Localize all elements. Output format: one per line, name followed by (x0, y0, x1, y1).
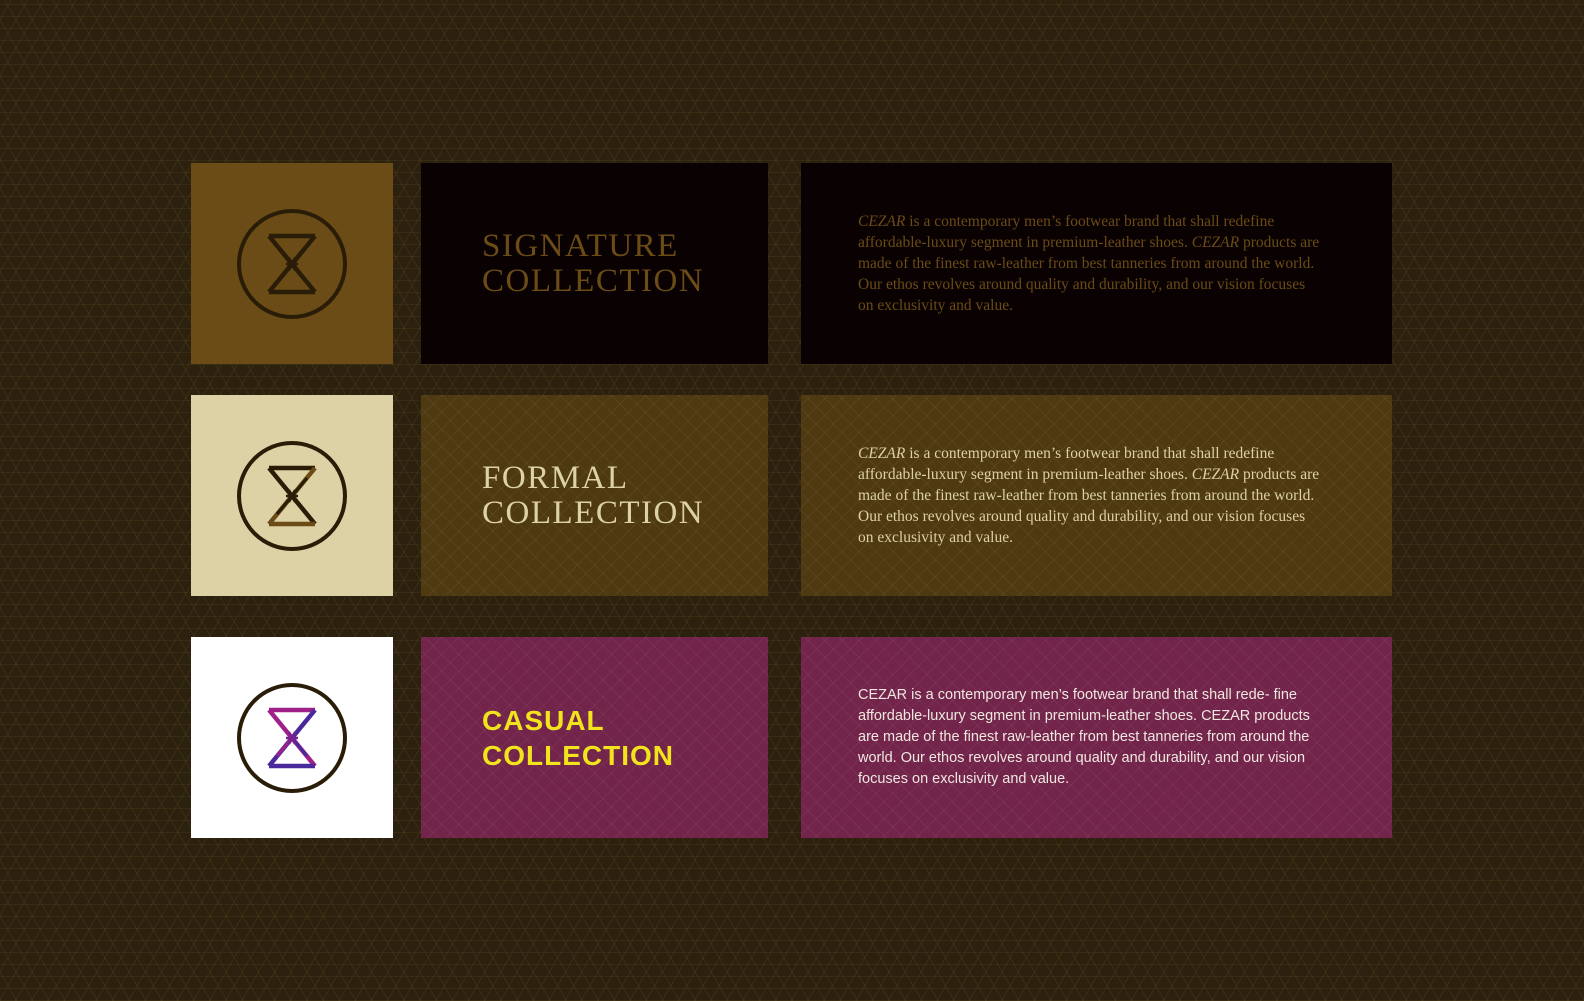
collection-description: CEZAR is a contemporary men’s footwear b… (858, 443, 1323, 548)
cezar-monogram-icon (237, 208, 347, 319)
description-tile-signature: CEZAR is a contemporary men’s footwear b… (801, 163, 1392, 364)
title-tile-signature: SIGNATURE COLLECTION (421, 163, 768, 364)
title-tile-formal: FORMAL COLLECTION (421, 395, 768, 596)
title-line-2: COLLECTION (482, 494, 705, 531)
collection-row-formal: FORMAL COLLECTION CEZAR is a contemporar… (0, 395, 1584, 596)
brand-name: CEZAR (858, 213, 906, 230)
description-tile-casual: CEZAR is a contemporary men’s footwear b… (801, 637, 1392, 838)
brand-name: CEZAR (1191, 234, 1240, 251)
title-line-2: COLLECTION (482, 262, 705, 299)
collection-description: CEZAR is a contemporary men’s footwear b… (858, 687, 1310, 787)
title-tile-casual: CASUAL COLLECTION (421, 637, 768, 838)
brand-name: CEZAR (1191, 466, 1240, 483)
title-line-2: COLLECTION (482, 739, 674, 771)
collection-row-casual: CASUAL COLLECTION CEZAR is a contemporar… (0, 637, 1584, 838)
collection-title: CASUAL COLLECTION (482, 703, 674, 773)
collection-title: SIGNATURE COLLECTION (482, 227, 705, 299)
cezar-monogram-icon (237, 682, 347, 793)
collection-description: CEZAR is a contemporary men’s footwear b… (858, 211, 1323, 316)
title-line-1: CASUAL (482, 704, 605, 736)
collection-row-signature: SIGNATURE COLLECTION CEZAR is a contempo… (0, 163, 1584, 364)
logo-tile-signature (191, 163, 393, 364)
title-line-1: SIGNATURE (482, 227, 679, 264)
logo-tile-formal (191, 395, 393, 596)
cezar-monogram-icon (237, 440, 347, 551)
description-tile-formal: CEZAR is a contemporary men’s footwear b… (801, 395, 1392, 596)
collection-title: FORMAL COLLECTION (482, 459, 705, 531)
logo-tile-casual (191, 637, 393, 838)
title-line-1: FORMAL (482, 459, 629, 496)
brand-name: CEZAR (858, 445, 906, 462)
